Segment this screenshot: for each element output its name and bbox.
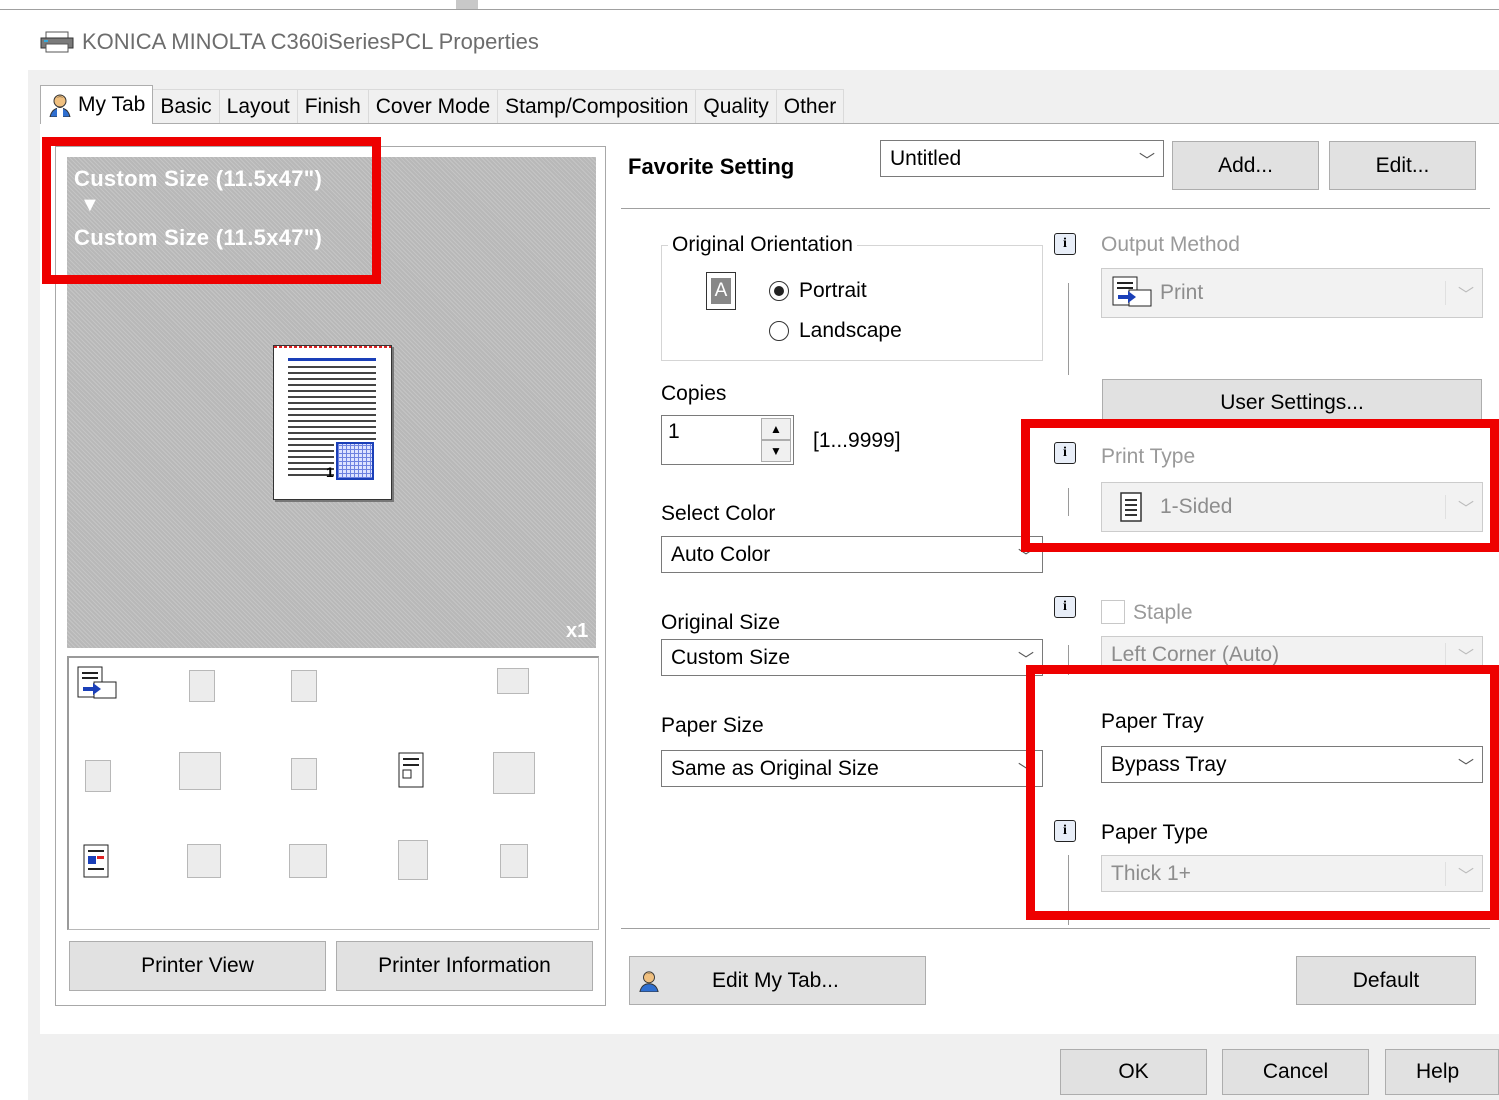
page-number: 1	[326, 464, 334, 480]
portrait-label[interactable]: Portrait	[799, 279, 867, 303]
original-size-label: Original Size	[661, 611, 781, 634]
edit-my-tab-label: Edit My Tab...	[712, 968, 839, 992]
timed-print-icon	[398, 840, 428, 880]
favorite-separator	[621, 208, 1490, 209]
paper-size-select[interactable]: Same as Original Size ﹀	[661, 750, 1043, 787]
tab-quality-label: Quality	[703, 95, 769, 118]
tab-other[interactable]: Other	[775, 89, 845, 124]
copy-pages-icon	[291, 670, 317, 702]
page-header-line	[288, 358, 376, 361]
tab-layout[interactable]: Layout	[218, 89, 298, 124]
tab-my-tab[interactable]: My Tab	[40, 85, 154, 124]
landscape-label[interactable]: Landscape	[799, 319, 902, 343]
tab-strip: My Tab Basic Layout Finish Cover Mode St…	[40, 85, 845, 124]
staple-label: Staple	[1133, 601, 1193, 624]
chevron-down-icon: ﹀	[1444, 281, 1474, 305]
select-color-select[interactable]: Auto Color ﹀	[661, 536, 1043, 573]
color-document-icon	[83, 844, 109, 878]
chevron-down-icon: ﹀	[1138, 152, 1155, 170]
info-icon[interactable]: i	[1054, 596, 1076, 618]
orientation-preview-icon: A	[706, 272, 736, 310]
info-icon[interactable]: i	[1054, 233, 1076, 255]
paper-size-label: Paper Size	[661, 714, 764, 737]
copies-range: [1...9999]	[813, 429, 901, 452]
staple-position-value: Left Corner (Auto)	[1111, 642, 1280, 666]
watermark-icon	[398, 752, 424, 788]
tab-layout-label: Layout	[226, 95, 290, 118]
favorite-setting-select[interactable]: Untitled ﹀	[880, 140, 1164, 177]
printer-icon	[40, 31, 74, 53]
radio-selected-dot	[774, 286, 784, 296]
tab-stamp-composition-label: Stamp/Composition	[505, 95, 689, 118]
select-color-label: Select Color	[661, 502, 776, 525]
orientation-group-label: Original Orientation	[668, 233, 857, 257]
favorite-add-button[interactable]: Add...	[1172, 141, 1319, 190]
output-method-value: Print	[1160, 281, 1204, 304]
landscape-radio[interactable]	[769, 321, 789, 341]
output-method-select[interactable]: Print ﹀	[1101, 268, 1483, 318]
user-auth-icon	[289, 844, 327, 878]
window-top-border	[0, 9, 1499, 10]
original-size-value: Custom Size	[671, 645, 791, 669]
page-top-edge	[274, 346, 391, 348]
copies-value[interactable]: 1	[668, 420, 680, 444]
print-output-icon	[1112, 276, 1152, 307]
edit-my-tab-button[interactable]: Edit My Tab...	[629, 956, 926, 1005]
original-size-select[interactable]: Custom Size ﹀	[661, 639, 1043, 676]
help-button[interactable]: Help	[1385, 1049, 1499, 1095]
chevron-down-icon: ﹀	[1444, 642, 1474, 667]
text-layout-icon	[291, 758, 317, 790]
collate-icon	[179, 752, 221, 790]
staple-checkbox[interactable]	[1101, 600, 1125, 624]
annotation-highlight-size	[42, 137, 381, 284]
print-output-icon	[77, 666, 117, 699]
tab-basic[interactable]: Basic	[152, 89, 220, 124]
spin-up-icon[interactable]: ▲	[761, 418, 791, 440]
favorite-setting-value: Untitled	[890, 146, 962, 170]
printer-view-button[interactable]: Printer View	[69, 941, 326, 991]
paper-size-value: Same as Original Size	[671, 756, 879, 780]
tab-basic-label: Basic	[160, 95, 212, 118]
tab-my-tab-label: My Tab	[78, 93, 146, 116]
select-color-value: Auto Color	[671, 542, 771, 566]
default-button[interactable]: Default	[1296, 956, 1476, 1005]
bottom-separator	[621, 928, 1490, 929]
rotate-icon	[497, 668, 529, 694]
page-preview-document: 1	[273, 345, 392, 500]
portrait-radio[interactable]	[769, 281, 789, 301]
connector-line	[1068, 283, 1069, 375]
user-icon	[49, 94, 71, 117]
stack-icon	[85, 760, 111, 792]
title-bar: KONICA MINOLTA C360iSeriesPCL Properties	[40, 26, 539, 58]
cancel-button[interactable]: Cancel	[1222, 1049, 1369, 1095]
ok-button[interactable]: OK	[1060, 1049, 1207, 1095]
tab-quality[interactable]: Quality	[695, 89, 777, 124]
spin-down-icon[interactable]: ▼	[761, 440, 791, 462]
copies-spinner[interactable]: 1 ▲ ▼	[661, 415, 794, 465]
tab-stamp-composition[interactable]: Stamp/Composition	[497, 89, 697, 124]
copies-badge: x1	[566, 620, 589, 642]
output-method-label: Output Method	[1101, 233, 1240, 256]
printer-information-button[interactable]: Printer Information	[336, 941, 593, 991]
annotation-highlight-print-type	[1021, 419, 1499, 552]
tab-cover-mode[interactable]: Cover Mode	[367, 89, 499, 124]
user-icon	[639, 970, 659, 992]
window-title: KONICA MINOLTA C360iSeriesPCL Properties	[82, 29, 539, 54]
favorite-edit-button[interactable]: Edit...	[1329, 141, 1476, 190]
tab-other-label: Other	[783, 95, 837, 118]
booklet-icon	[189, 670, 215, 702]
tab-finish[interactable]: Finish	[296, 89, 369, 124]
account-track-icon	[187, 844, 221, 878]
tab-finish-label: Finish	[304, 95, 361, 118]
secure-print-icon	[493, 752, 535, 794]
favorite-setting-label: Favorite Setting	[628, 154, 795, 179]
annotation-highlight-paper	[1026, 665, 1499, 920]
tab-cover-mode-label: Cover Mode	[375, 95, 491, 118]
page-image-block	[336, 442, 374, 480]
copies-label: Copies	[661, 382, 727, 405]
banner-icon	[500, 844, 528, 878]
orientation-letter: A	[711, 278, 731, 304]
window-top-stub	[456, 0, 478, 9]
